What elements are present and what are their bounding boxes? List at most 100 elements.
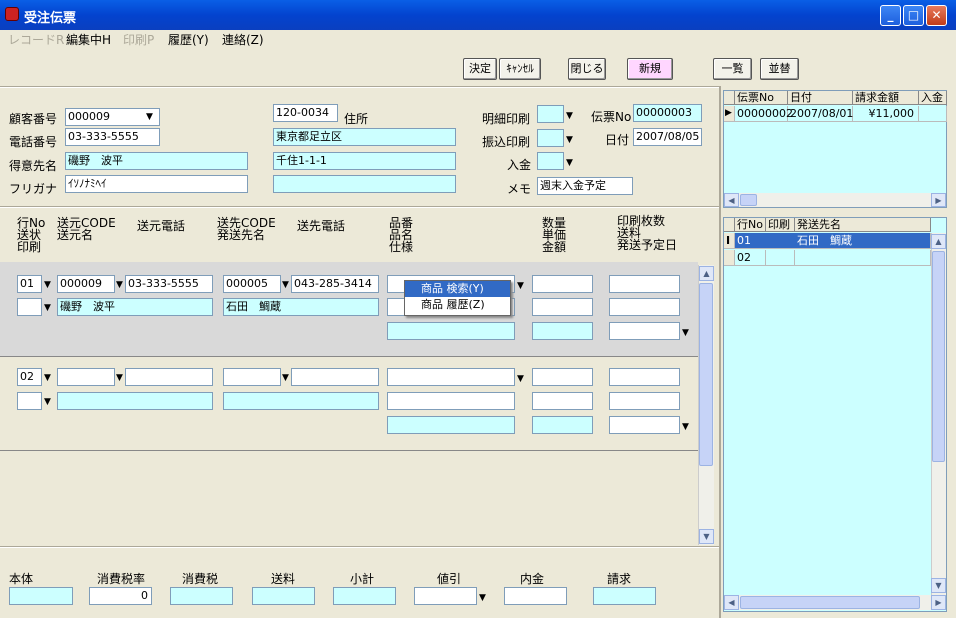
row1-dst-code[interactable]: 000005 (223, 275, 281, 293)
slip-no-field[interactable]: 00000003 (633, 104, 702, 122)
scroll-up-icon[interactable]: ▲ (931, 234, 946, 249)
row2-dst-name[interactable] (223, 392, 379, 410)
invoice-field[interactable] (593, 587, 656, 605)
cancel-button[interactable]: ｷｬﾝｾﾙ (499, 58, 541, 80)
row1-spec[interactable] (387, 322, 515, 340)
row2-product-code[interactable] (387, 368, 515, 386)
close-form-button[interactable]: 閉じる (568, 58, 606, 80)
tax-rate-field[interactable]: 0 (89, 587, 152, 605)
row2-ship-print[interactable] (17, 392, 42, 410)
scroll-right-icon[interactable]: ▶ (931, 193, 946, 207)
list-item[interactable]: 00000002 (735, 106, 793, 122)
row1-unit-price[interactable] (532, 298, 593, 316)
row2-src-name[interactable] (57, 392, 213, 410)
scroll-thumb[interactable] (740, 194, 757, 206)
menu-item-product-search[interactable]: 商品 検索(Y) (405, 281, 510, 297)
row1-qty[interactable] (532, 275, 593, 293)
chevron-down-icon[interactable]: ▼ (116, 370, 123, 386)
list-item[interactable] (919, 106, 947, 122)
chevron-down-icon[interactable]: ▼ (44, 277, 51, 293)
memo-field[interactable]: 週末入金予定 (537, 177, 633, 195)
chevron-down-icon[interactable]: ▼ (116, 277, 123, 293)
col-amount[interactable]: 請求金額 (853, 91, 919, 105)
row2-src-phone[interactable] (125, 368, 213, 386)
chevron-down-icon[interactable]: ▼ (517, 278, 524, 294)
subtotal-field[interactable] (333, 587, 396, 605)
row1-src-phone[interactable]: 03-333-5555 (125, 275, 213, 293)
list-item[interactable]: 02 (735, 250, 766, 266)
list-item[interactable]: 01 (735, 233, 766, 249)
list-item[interactable] (766, 233, 795, 249)
chevron-down-icon[interactable]: ▼ (282, 277, 289, 293)
phone-field[interactable]: 03-333-5555 (65, 128, 160, 146)
col-line-no[interactable]: 行No (735, 218, 766, 232)
list-item[interactable]: 2007/08/01 (788, 106, 853, 122)
chevron-down-icon[interactable]: ▼ (566, 155, 573, 171)
hscroll-top[interactable] (724, 193, 946, 207)
address3-field[interactable] (273, 175, 456, 193)
new-button[interactable]: 新規 (627, 58, 673, 80)
discount-select[interactable] (414, 587, 477, 605)
postal-field[interactable]: 120-0034 (273, 104, 338, 122)
col-date[interactable]: 日付 (788, 91, 853, 105)
row2-product-name[interactable] (387, 392, 515, 410)
row1-shipping[interactable] (609, 298, 680, 316)
scroll-thumb[interactable] (932, 251, 945, 462)
row1-ship-date[interactable] (609, 322, 680, 340)
maximize-button[interactable]: □ (903, 5, 924, 26)
tax-field[interactable] (170, 587, 233, 605)
chevron-down-icon[interactable]: ▼ (566, 132, 573, 148)
chevron-down-icon[interactable]: ▼ (479, 590, 486, 606)
furigana-field[interactable]: ｲｿﾉﾅﾐﾍｲ (65, 175, 248, 193)
detail-print-select[interactable] (537, 105, 564, 123)
scroll-thumb[interactable] (699, 283, 713, 466)
row2-dst-code[interactable] (223, 368, 281, 386)
date-field[interactable]: 2007/08/05 (633, 128, 702, 146)
menu-edit[interactable]: 編集中H (66, 31, 111, 48)
scroll-up-icon[interactable]: ▲ (699, 266, 714, 281)
row1-src-name[interactable]: 磯野 波平 (57, 298, 213, 316)
sort-button[interactable]: 並替 (760, 58, 799, 80)
row1-src-code[interactable]: 000009 (57, 275, 115, 293)
row2-shipping[interactable] (609, 392, 680, 410)
row2-print-count[interactable] (609, 368, 680, 386)
row1-dst-phone[interactable]: 043-285-3414 (291, 275, 379, 293)
shipping-field[interactable] (252, 587, 315, 605)
scroll-left-icon[interactable]: ◀ (724, 595, 739, 610)
list-item[interactable] (795, 250, 931, 266)
list-item[interactable] (766, 250, 795, 266)
row1-no[interactable]: 01 (17, 275, 42, 293)
chevron-down-icon[interactable]: ▼ (682, 325, 689, 341)
row2-dst-phone[interactable] (291, 368, 379, 386)
row2-spec[interactable] (387, 416, 515, 434)
scroll-left-icon[interactable]: ◀ (724, 193, 739, 207)
col-dest-name[interactable]: 発送先名 (795, 218, 931, 232)
body-field[interactable] (9, 587, 73, 605)
menu-contact[interactable]: 連絡(Z) (222, 31, 264, 48)
row2-src-code[interactable] (57, 368, 115, 386)
menu-record[interactable]: レコードR (8, 31, 64, 48)
row2-qty[interactable] (532, 368, 593, 386)
scroll-thumb[interactable] (740, 596, 920, 609)
ship-dest-list[interactable] (723, 217, 947, 612)
transfer-print-select[interactable] (537, 129, 564, 147)
chevron-down-icon[interactable]: ▼ (44, 300, 51, 316)
row1-dst-name[interactable]: 石田 鯛蔵 (223, 298, 379, 316)
scroll-right-icon[interactable]: ▶ (931, 595, 946, 610)
row1-print-count[interactable] (609, 275, 680, 293)
menu-item-product-history[interactable]: 商品 履歴(Z) (405, 297, 510, 313)
chevron-down-icon[interactable]: ▼ (682, 419, 689, 435)
address1-field[interactable]: 東京都足立区 (273, 128, 456, 146)
col-slip-no[interactable]: 伝票No (735, 91, 788, 105)
chevron-down-icon[interactable]: ▼ (517, 371, 524, 387)
chevron-down-icon[interactable]: ▼ (44, 394, 51, 410)
list-item[interactable]: 石田 鯛蔵 (795, 233, 931, 249)
customer-name-field[interactable]: 磯野 波平 (65, 152, 248, 170)
deposit-amount-field[interactable] (504, 587, 567, 605)
scroll-down-icon[interactable]: ▼ (699, 529, 714, 544)
row2-ship-date[interactable] (609, 416, 680, 434)
list-item[interactable]: ¥11,000 (853, 106, 919, 122)
row1-amount[interactable] (532, 322, 593, 340)
menu-history[interactable]: 履歴(Y) (168, 31, 209, 48)
row2-no[interactable]: 02 (17, 368, 42, 386)
